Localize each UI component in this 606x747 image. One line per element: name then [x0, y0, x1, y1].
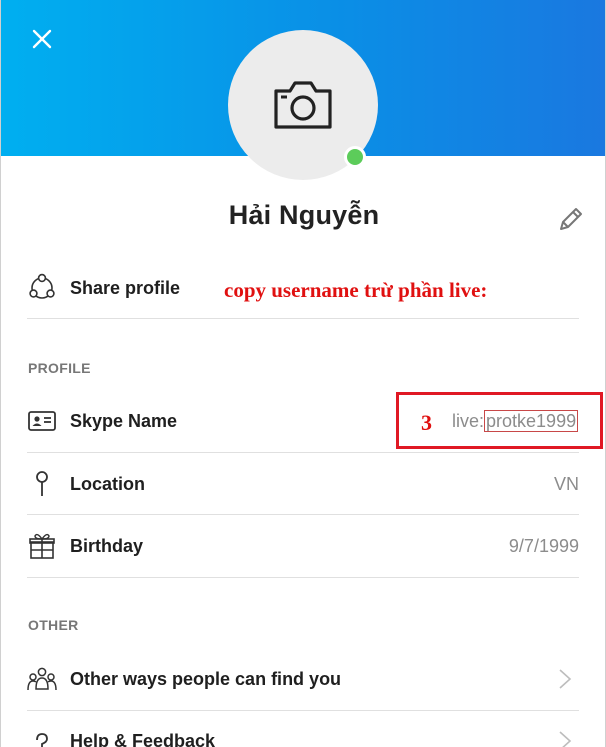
location-value: VN	[553, 473, 579, 494]
close-icon	[32, 29, 52, 49]
gift-icon	[27, 531, 57, 561]
other-ways-row[interactable]: Other ways people can find you	[27, 648, 579, 710]
share-icon	[27, 273, 57, 303]
annotation-step-number: 3	[421, 410, 432, 435]
annotation-instruction: copy username trừ phần live:	[224, 278, 488, 302]
people-icon	[27, 664, 57, 694]
other-ways-label: Other ways people can find you	[70, 668, 342, 689]
divider	[27, 577, 579, 578]
birthday-label: Birthday	[70, 535, 144, 556]
chevron-right-icon	[559, 731, 572, 747]
birthday-row[interactable]: Birthday 9/7/1999	[27, 515, 579, 577]
skype-name-label: Skype Name	[70, 410, 178, 431]
id-card-icon	[27, 406, 57, 436]
help-feedback-row[interactable]: Help & Feedback	[27, 710, 579, 747]
pencil-icon	[560, 208, 582, 230]
camera-icon	[274, 81, 332, 129]
divider	[27, 318, 579, 319]
help-icon	[27, 726, 57, 747]
help-feedback-label: Help & Feedback	[70, 730, 216, 747]
location-pin-icon	[27, 469, 57, 499]
chevron-right-icon	[559, 669, 572, 689]
birthday-value: 9/7/1999	[508, 535, 579, 556]
profile-panel: Hải Nguyễn Share profile copy username t…	[0, 0, 606, 747]
edit-name-button[interactable]	[556, 204, 586, 234]
share-profile-label: Share profile	[70, 277, 181, 298]
profile-display-name: Hải Nguyễn	[228, 200, 380, 230]
section-title-profile: PROFILE	[28, 360, 91, 376]
section-title-other: OTHER	[28, 617, 79, 633]
location-row[interactable]: Location VN	[27, 453, 579, 515]
close-button[interactable]	[29, 26, 55, 52]
presence-indicator	[344, 146, 366, 168]
location-label: Location	[70, 473, 145, 494]
